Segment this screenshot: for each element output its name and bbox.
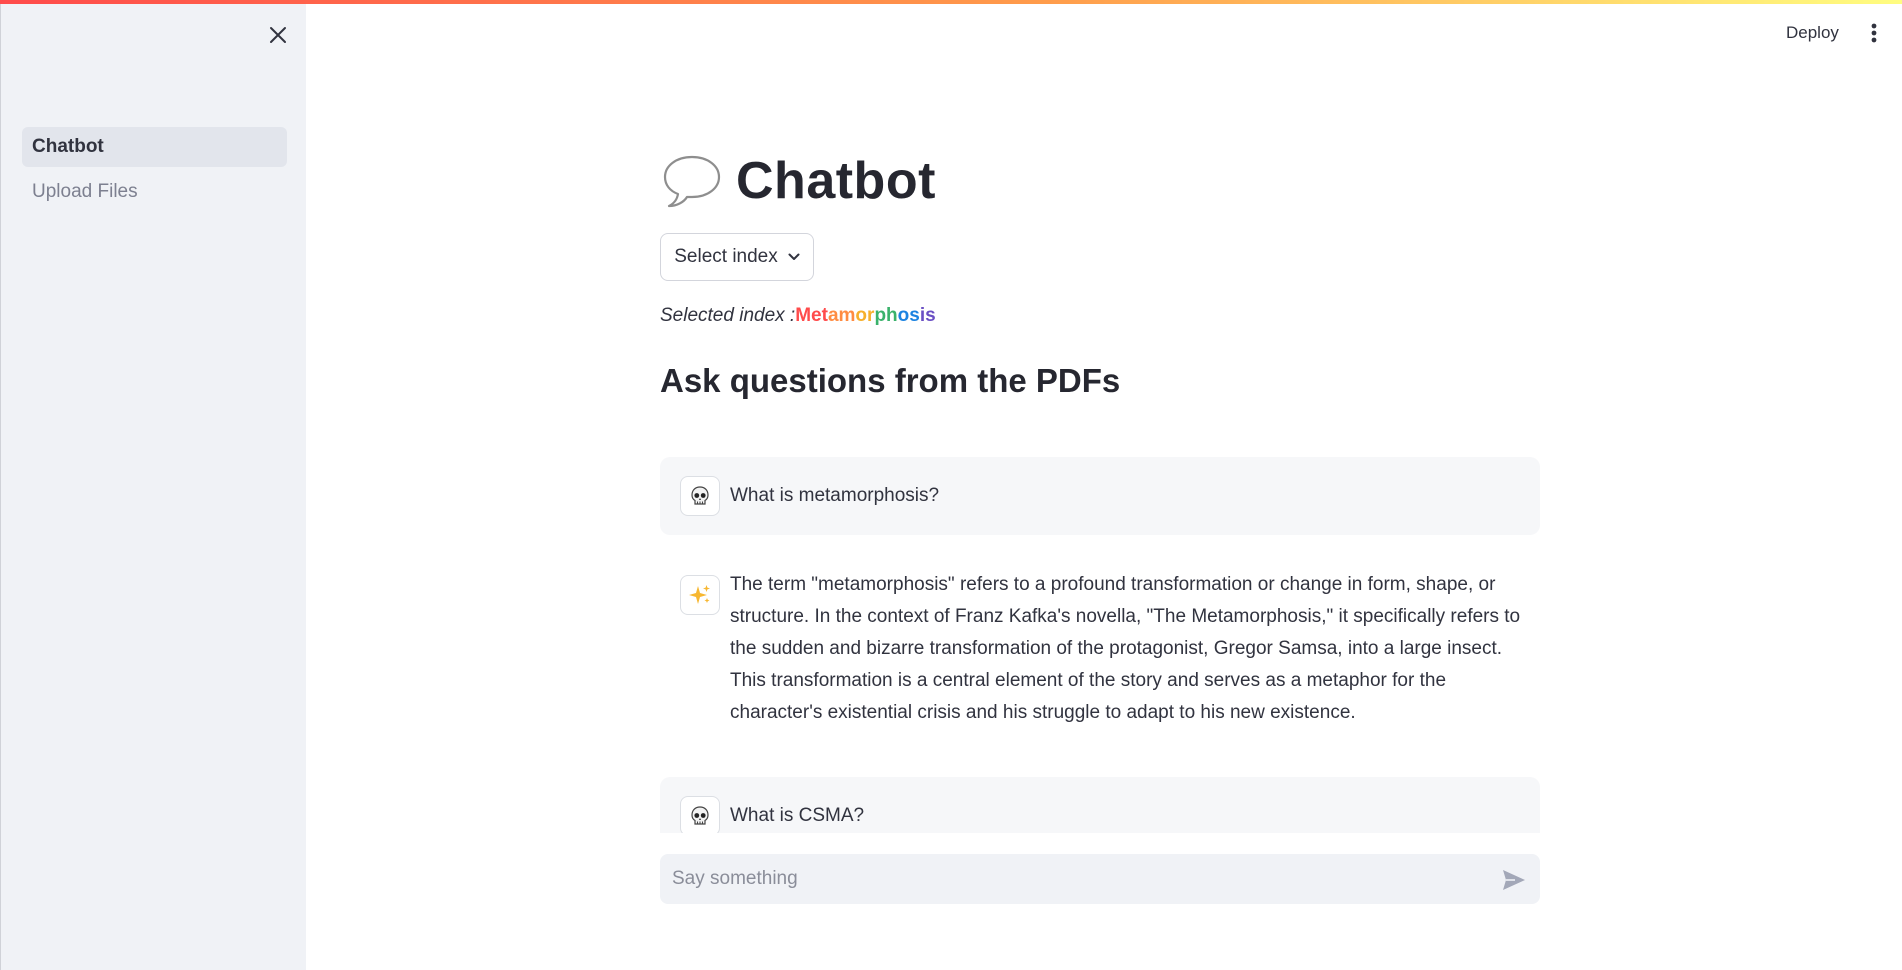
select-index-label: Select index xyxy=(674,246,778,267)
chat-input-container xyxy=(660,854,1540,904)
sidebar-item-upload-files[interactable]: Upload Files xyxy=(22,172,287,212)
skull-icon xyxy=(691,486,709,505)
sidebar-close-button[interactable] xyxy=(263,20,293,50)
top-decoration-bar xyxy=(0,0,1902,4)
chevron-down-icon xyxy=(788,253,800,260)
sidebar-item-label: Upload Files xyxy=(32,181,138,202)
deploy-button[interactable]: Deploy xyxy=(1776,18,1849,48)
skull-icon xyxy=(691,806,709,825)
sidebar-nav: Chatbot Upload Files xyxy=(22,127,287,217)
chat-message-user: What is metamorphosis? xyxy=(660,457,1540,535)
chat-message-text: The term "metamorphosis" refers to a pro… xyxy=(730,574,1521,723)
selected-index-line: Selected index :Metamorphosis xyxy=(660,305,936,327)
sidebar-item-chatbot[interactable]: Chatbot xyxy=(22,127,287,167)
sidebar-item-label: Chatbot xyxy=(32,136,104,157)
sparkles-icon xyxy=(689,585,710,604)
speech-bubble-icon xyxy=(663,155,721,208)
chat-message-text: What is metamorphosis? xyxy=(730,485,940,506)
selected-index-label: Selected index : xyxy=(660,305,796,326)
main-menu-button[interactable] xyxy=(1862,18,1886,48)
sidebar: Chatbot Upload Files xyxy=(0,0,306,970)
select-index-dropdown[interactable]: Select index xyxy=(660,233,814,281)
chat-message-list[interactable]: What is metamorphosis? The term "metamor… xyxy=(660,457,1540,833)
chat-input[interactable] xyxy=(660,854,1480,904)
chat-message-user: What is CSMA? xyxy=(660,777,1540,833)
chat-message-assistant: The term "metamorphosis" refers to a pro… xyxy=(660,565,1540,725)
chat-message-text: What is CSMA? xyxy=(730,805,865,826)
user-avatar xyxy=(680,476,720,516)
selected-index-value: Metamorphosis xyxy=(795,305,936,326)
send-button[interactable] xyxy=(1500,866,1528,894)
user-avatar xyxy=(680,796,720,833)
close-icon[interactable] xyxy=(269,26,287,44)
page-title-row: Chatbot xyxy=(660,148,936,214)
assistant-avatar xyxy=(680,575,720,615)
section-heading: Ask questions from the PDFs xyxy=(660,362,1121,399)
page-title: Chatbot xyxy=(736,152,936,210)
vertical-ellipsis-icon[interactable] xyxy=(1871,23,1877,43)
send-icon[interactable] xyxy=(1502,869,1526,891)
